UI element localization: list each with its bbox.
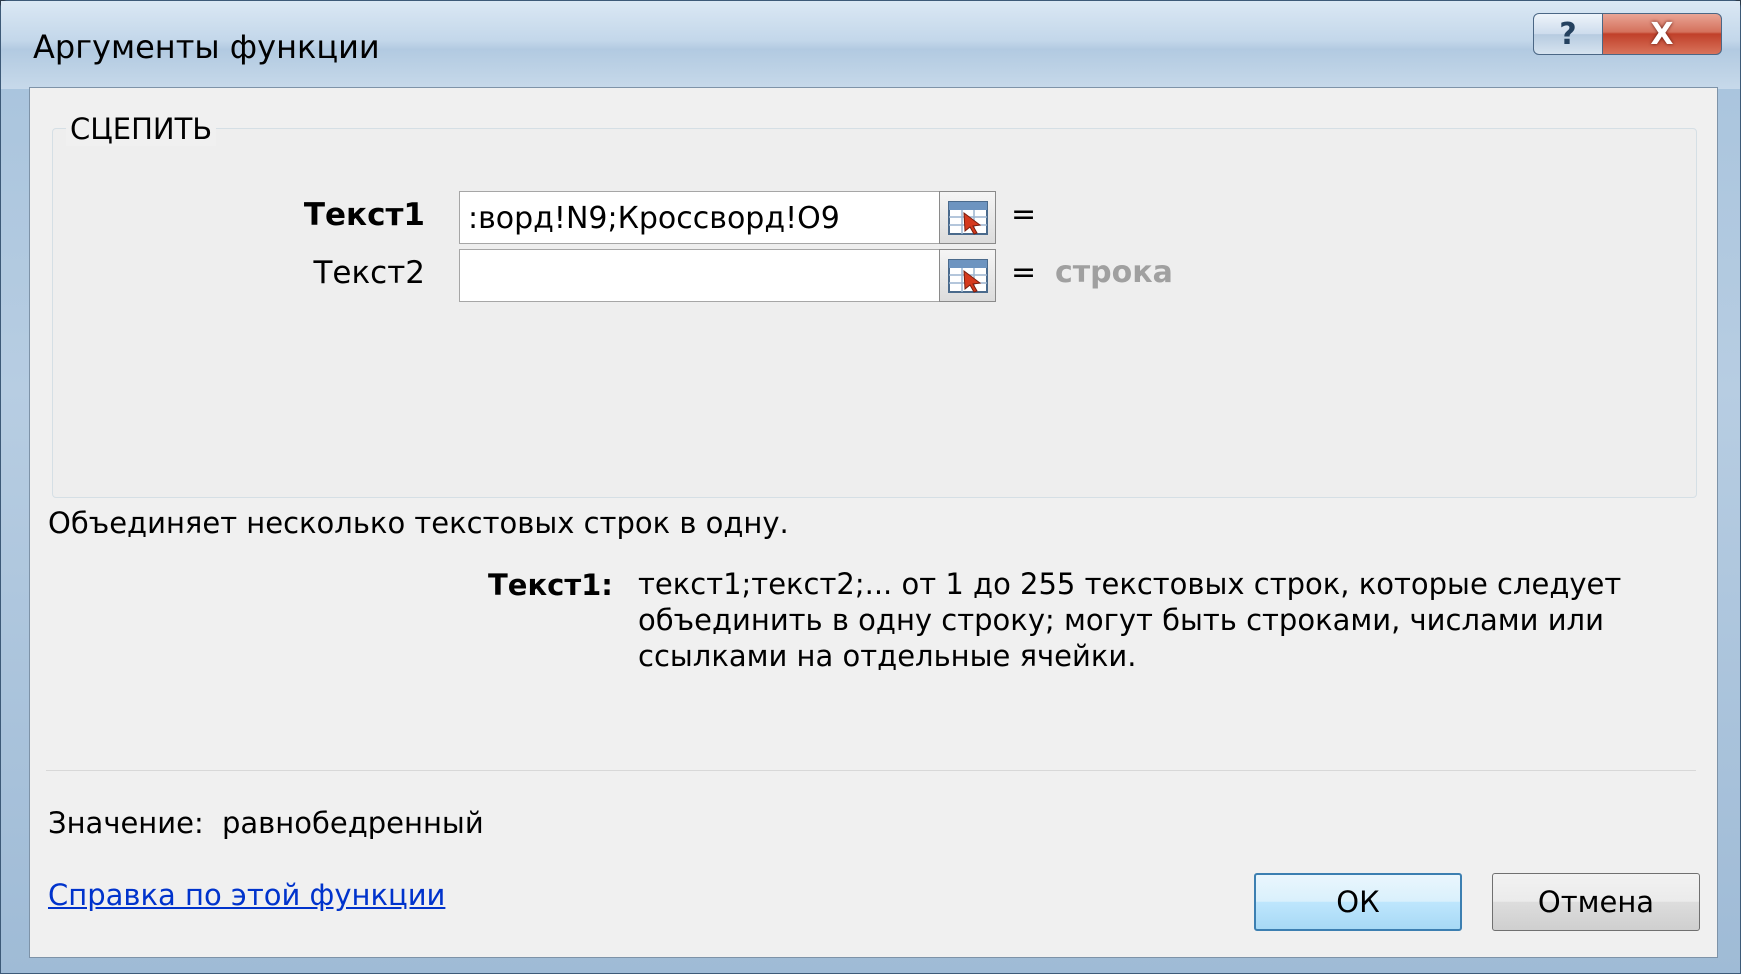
- close-button[interactable]: X: [1602, 13, 1722, 55]
- value-text: равнобедренный: [222, 806, 484, 840]
- function-arguments-dialog: Аргументы функции ? X Текст1 :ворд!N9;Кр…: [0, 0, 1741, 974]
- collapse-dialog-icon: [947, 200, 988, 235]
- arg1-input[interactable]: :ворд!N9;Кроссворд!O9: [459, 191, 939, 244]
- arg2-equals: =: [1011, 255, 1037, 290]
- arg2-result: строка: [1055, 255, 1173, 290]
- collapse-dialog-icon: [947, 258, 988, 293]
- arg1-equals: =: [1011, 197, 1037, 232]
- cancel-button[interactable]: Отмена: [1492, 873, 1700, 931]
- value-label: Значение:: [48, 806, 204, 840]
- arg1-label: Текст1: [303, 197, 425, 233]
- function-description: Объединяет несколько текстовых строк в о…: [48, 506, 789, 540]
- arg2-label: Текст2: [313, 255, 425, 291]
- arg2-input[interactable]: [459, 249, 939, 302]
- ok-button[interactable]: ОК: [1254, 873, 1462, 931]
- help-button[interactable]: ?: [1533, 13, 1603, 55]
- close-icon: X: [1650, 16, 1674, 52]
- dialog-body: Текст1 :ворд!N9;Кроссворд!O9 = Текст2 = …: [29, 87, 1718, 958]
- function-name: СЦЕПИТЬ: [66, 112, 217, 146]
- arg-help-label: Текст1:: [488, 568, 613, 602]
- function-help-link[interactable]: Справка по этой функции: [48, 878, 445, 912]
- title-bar[interactable]: Аргументы функции ? X: [1, 1, 1740, 89]
- arguments-group: Текст1 :ворд!N9;Кроссворд!O9 = Текст2 = …: [52, 128, 1697, 498]
- separator: [46, 770, 1696, 771]
- window-title: Аргументы функции: [33, 28, 380, 66]
- help-icon: ?: [1559, 16, 1577, 52]
- arg2-collapse-button[interactable]: [939, 249, 996, 302]
- arg-help-text: текст1;текст2;... от 1 до 255 текстовых …: [638, 567, 1622, 673]
- arg1-collapse-button[interactable]: [939, 191, 996, 244]
